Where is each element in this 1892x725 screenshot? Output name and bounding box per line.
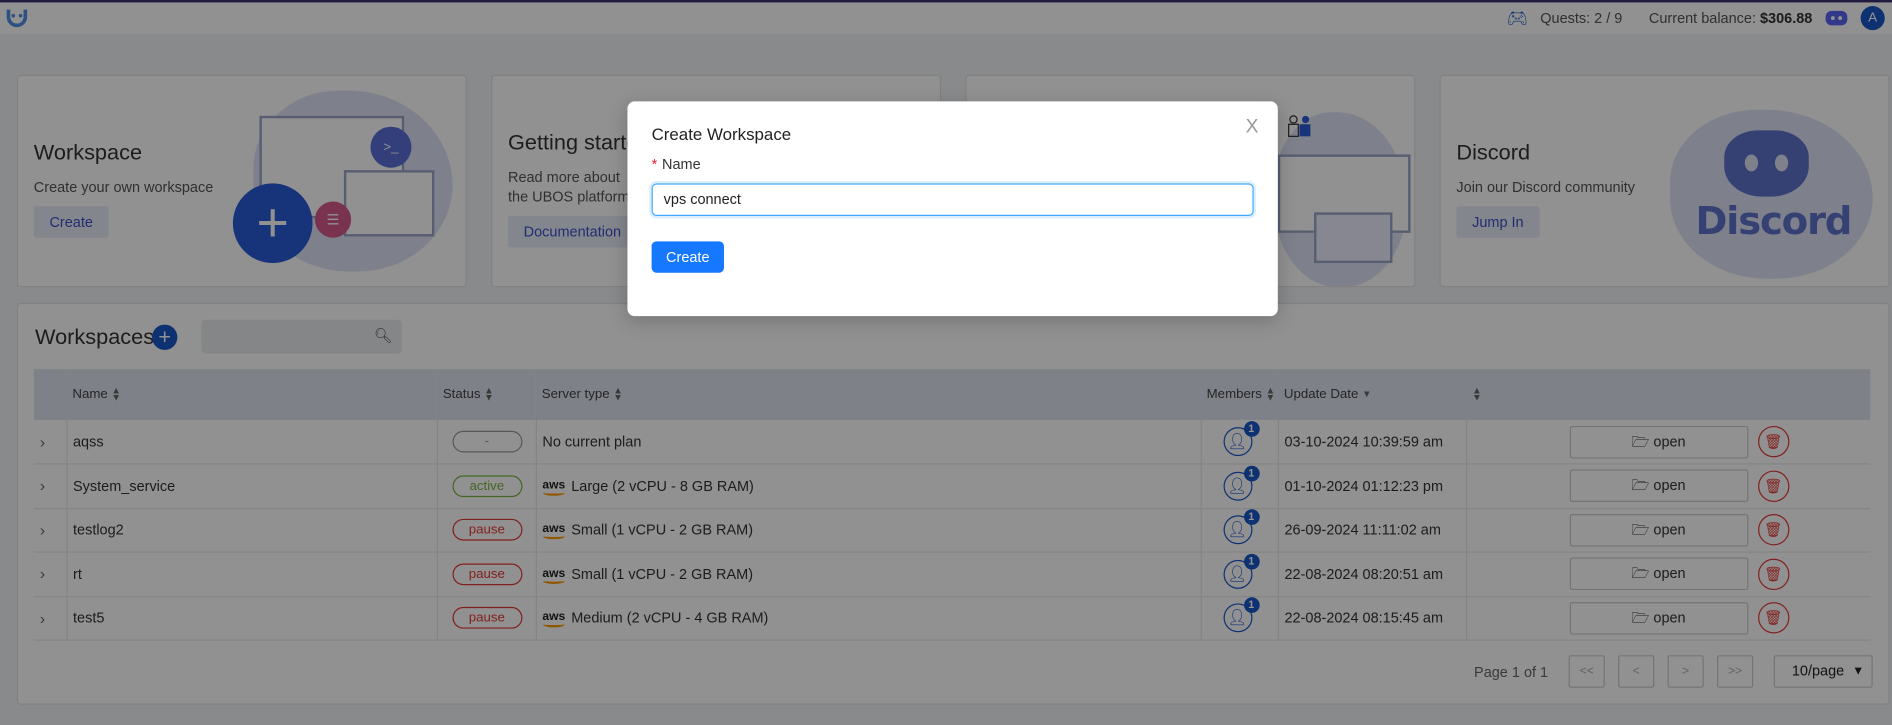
create-button[interactable]: Create xyxy=(651,241,724,273)
name-input[interactable]: vps connect xyxy=(651,183,1254,216)
name-label: * Name xyxy=(651,155,701,173)
create-workspace-modal: Create Workspace X * Name vps connect Cre… xyxy=(627,101,1278,317)
required-mark: * xyxy=(651,155,658,173)
modal-title: Create Workspace xyxy=(651,124,792,144)
close-icon[interactable]: X xyxy=(1246,117,1259,139)
